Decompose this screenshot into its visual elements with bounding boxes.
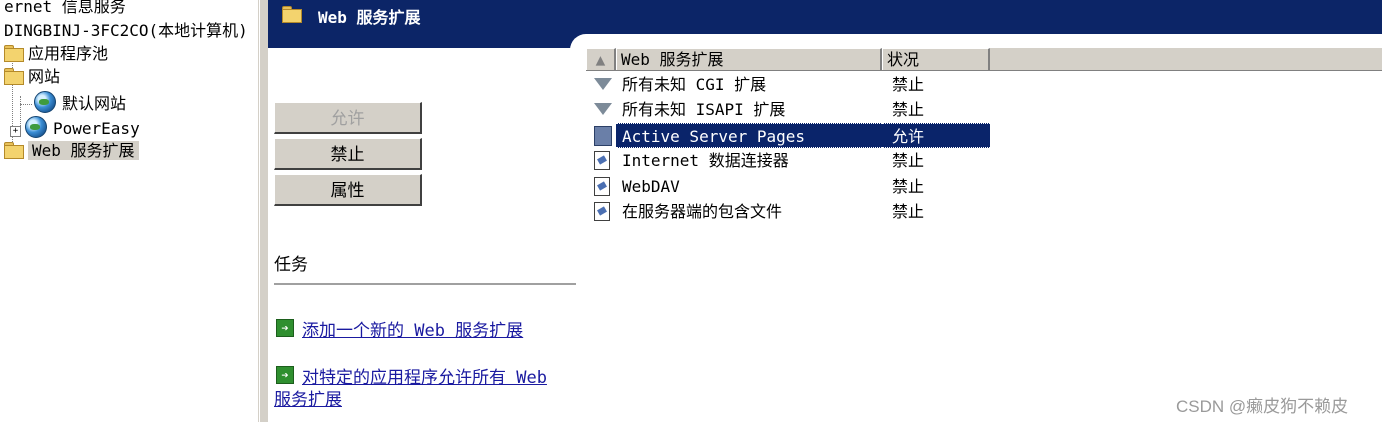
- tree-item-default-site[interactable]: 默认网站: [34, 91, 126, 113]
- tree-item-websites[interactable]: 网站: [4, 66, 60, 88]
- list-row[interactable]: 在服务器端的包含文件 禁止: [586, 199, 990, 224]
- list-row-selected[interactable]: Active Server Pages 允许: [586, 123, 990, 148]
- row-status: 允许: [882, 123, 990, 148]
- arrow-right-icon[interactable]: ➔: [276, 366, 294, 384]
- tree-computer-node[interactable]: DINGBINJ-3FC2CO(本地计算机): [4, 20, 248, 42]
- row-status: 禁止: [892, 202, 925, 221]
- page-title: Web 服务扩展: [318, 8, 421, 27]
- column-header-name[interactable]: Web 服务扩展: [616, 48, 882, 70]
- tree-item-label: 应用程序池: [28, 44, 109, 63]
- filter-icon: [594, 103, 612, 115]
- list-row[interactable]: Internet 数据连接器 禁止: [586, 148, 990, 173]
- expand-icon[interactable]: +: [10, 126, 21, 137]
- tree-item-app-pools[interactable]: 应用程序池: [4, 43, 108, 65]
- row-name: 所有未知 CGI 扩展: [622, 75, 767, 94]
- globe-icon: [25, 116, 47, 138]
- file-icon: [594, 202, 610, 221]
- sort-icon[interactable]: ▲: [586, 48, 616, 70]
- add-extension-link[interactable]: 添加一个新的 Web 服务扩展: [302, 320, 523, 342]
- tree-item-label: 默认网站: [62, 94, 127, 113]
- folder-icon: [4, 45, 24, 62]
- gear-icon: [594, 126, 612, 146]
- tree-computer-label: DINGBINJ-3FC2CO(本地计算机): [4, 21, 248, 40]
- tasks-heading: 任务: [274, 255, 308, 275]
- globe-icon: [34, 91, 56, 113]
- list-row[interactable]: 所有未知 CGI 扩展 禁止: [586, 72, 990, 97]
- folder-icon: [4, 68, 24, 85]
- tree-connector: [20, 104, 32, 105]
- extensions-list: ▲ Web 服务扩展 状况 所有未知 CGI 扩展 禁止 所有未知 ISAPI …: [586, 48, 1382, 422]
- row-status: 禁止: [892, 177, 925, 196]
- tree-item-web-service-ext[interactable]: Web 服务扩展: [4, 140, 139, 162]
- allow-all-link-line2[interactable]: 服务扩展: [274, 389, 342, 411]
- row-status: 禁止: [892, 100, 925, 119]
- tree-item-powereasy[interactable]: + PowerEasy: [10, 116, 140, 138]
- column-header-status[interactable]: 状况: [882, 48, 990, 70]
- tree-root-node[interactable]: ernet 信息服务: [4, 0, 126, 18]
- tree-item-label: PowerEasy: [53, 119, 140, 138]
- divider: [274, 283, 576, 285]
- taskpad: 允许 禁止 属性 任务 ➔ 添加一个新的 Web 服务扩展 ➔ 对特定的应用程序…: [268, 48, 580, 422]
- list-row[interactable]: WebDAV 禁止: [586, 174, 990, 199]
- row-status: 禁止: [892, 151, 925, 170]
- properties-button[interactable]: 属性: [274, 174, 422, 206]
- tree-root-label: ernet 信息服务: [4, 0, 126, 16]
- file-icon: [594, 151, 610, 170]
- tree-pane: ernet 信息服务 DINGBINJ-3FC2CO(本地计算机) 应用程序池 …: [0, 0, 259, 422]
- folder-icon: [4, 142, 24, 159]
- allow-button[interactable]: 允许: [274, 102, 422, 134]
- allow-all-link-line1[interactable]: 对特定的应用程序允许所有 Web: [302, 367, 547, 389]
- row-name: Active Server Pages: [616, 123, 882, 148]
- row-name: 所有未知 ISAPI 扩展: [622, 100, 786, 119]
- row-name: Internet 数据连接器: [622, 151, 789, 170]
- row-name: WebDAV: [622, 177, 680, 196]
- filter-icon: [594, 78, 612, 90]
- tree-item-label: Web 服务扩展: [28, 141, 139, 160]
- watermark: CSDN @癞皮狗不赖皮: [1176, 397, 1349, 416]
- row-status: 禁止: [892, 75, 925, 94]
- prohibit-button[interactable]: 禁止: [274, 138, 422, 170]
- arrow-right-icon[interactable]: ➔: [276, 319, 294, 337]
- row-name: 在服务器端的包含文件: [622, 202, 783, 221]
- folder-icon: [282, 6, 302, 23]
- tree-item-label: 网站: [28, 67, 61, 86]
- list-header: ▲ Web 服务扩展 状况: [586, 48, 1382, 71]
- file-icon: [594, 177, 610, 196]
- list-row[interactable]: 所有未知 ISAPI 扩展 禁止: [586, 97, 990, 122]
